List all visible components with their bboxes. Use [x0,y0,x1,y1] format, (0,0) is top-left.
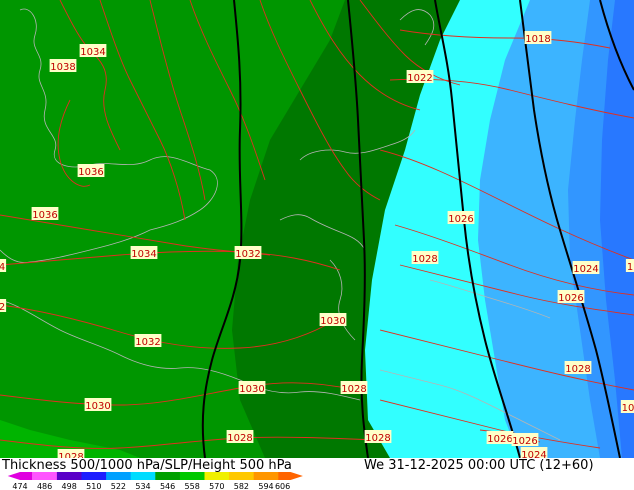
legend-tick-label: 498 [62,482,77,490]
pressure-label-text: 1026 [487,434,512,445]
pressure-label: 1026 [511,433,539,447]
pressure-label-text: 1034 [131,249,156,260]
pressure-label-text: 1030 [320,316,345,327]
pressure-label-text: 1032 [235,249,260,260]
pressure-label: 1026 [447,211,475,225]
legend-ticks: 474 486 498 510 522 534 546 558 570 582 594 606 [12,482,290,490]
legend-tick-label: 582 [234,482,249,490]
pressure-label-text: 1038 [50,62,75,73]
pressure-label: 1018 [524,31,552,45]
pressure-label: 1028 [57,449,85,458]
pressure-label: 1028 [364,430,392,444]
pressure-label-text: 1030 [85,401,110,412]
pressure-label: 1028 [226,430,254,444]
pressure-label: 1032 [234,246,262,260]
legend-tick-label: 534 [135,482,150,490]
legend-swatch [32,472,58,480]
pressure-label-text: 1028 [341,384,366,395]
pressure-label: 1036 [77,164,105,178]
legend-swatch [155,472,181,480]
pressure-label-text: 1026 [448,214,473,225]
pressure-label: 1026 [486,431,514,445]
legend-tick-label: 546 [160,482,175,490]
pressure-label-text: 1028 [227,433,252,444]
pressure-label-text: 1022 [407,73,432,84]
map-title: Thickness 500/1000 hPa/SLP/Height 500 hP… [2,458,292,473]
pressure-label: 1038 [49,59,77,73]
pressure-label-text: 1024 [573,264,598,275]
pressure-label-text: 1036 [78,167,103,178]
pressure-label: 4 [0,259,7,273]
pressure-label-text: 1 [627,262,633,273]
color-legend: 474 486 498 510 522 534 546 558 570 582 594 606 [7,472,303,490]
legend-swatch [130,472,156,480]
pressure-label-text: 1034 [80,47,105,58]
pressure-label-text: 4 [0,262,5,273]
pressure-label-text: 1028 [565,364,590,375]
pressure-label: 1028 [340,381,368,395]
weather-map: 1034 1038 1036 1036 1034 1032 1032 1030 1030 1030… [0,0,634,458]
valid-time: We 31-12-2025 00:00 UTC (12+60) [364,458,594,473]
legend-tick-label: 474 [12,482,27,490]
legend-swatch [7,472,33,480]
legend-swatch [179,472,205,480]
pressure-label: 1030 [84,398,112,412]
pressure-label: 1026 [557,290,585,304]
pressure-label-text: 2 [0,302,5,313]
pressure-label: 1036 [31,207,59,221]
pressure-label-text: 1032 [135,337,160,348]
legend-swatch [81,472,107,480]
legend-swatch [229,472,255,480]
legend-tick-label: 522 [111,482,126,490]
legend-swatches [7,472,303,480]
legend-tick-label: 558 [185,482,200,490]
pressure-label: 1032 [134,334,162,348]
pressure-label: 2 [0,299,7,313]
pressure-label: 1034 [79,44,107,58]
pressure-label-text: 1024 [521,450,546,458]
pressure-label-text: 1028 [412,254,437,265]
pressure-label: 1 [625,259,634,273]
legend-tick-label: 594 [258,482,273,490]
legend-swatch [56,472,82,480]
pressure-label: 1024 [572,261,600,275]
pressure-label: 1022 [406,70,434,84]
legend-swatch [106,472,132,480]
pressure-label: 1034 [130,246,158,260]
legend-tick-label: 510 [86,482,101,490]
pressure-label-text: 1028 [365,433,390,444]
legend-swatch [204,472,230,480]
pressure-label-text: 1036 [32,210,57,221]
pressure-label: 1024 [520,447,548,458]
pressure-label: 1028 [564,361,592,375]
pressure-label-text: 1018 [525,34,550,45]
legend-tick-label: 606 [275,482,290,490]
legend-swatch [278,472,303,480]
pressure-label: 1028 [411,251,439,265]
pressure-label: 10 [620,400,634,414]
pressure-label: 1030 [238,381,266,395]
legend-swatch [253,472,279,480]
pressure-label-text: 1030 [239,384,264,395]
pressure-label-text: 1026 [512,436,537,447]
pressure-label-text: 1026 [558,293,583,304]
legend-tick-label: 486 [37,482,52,490]
legend-tick-label: 570 [209,482,224,490]
pressure-label-text: 10 [622,403,634,414]
pressure-label: 1030 [319,313,347,327]
